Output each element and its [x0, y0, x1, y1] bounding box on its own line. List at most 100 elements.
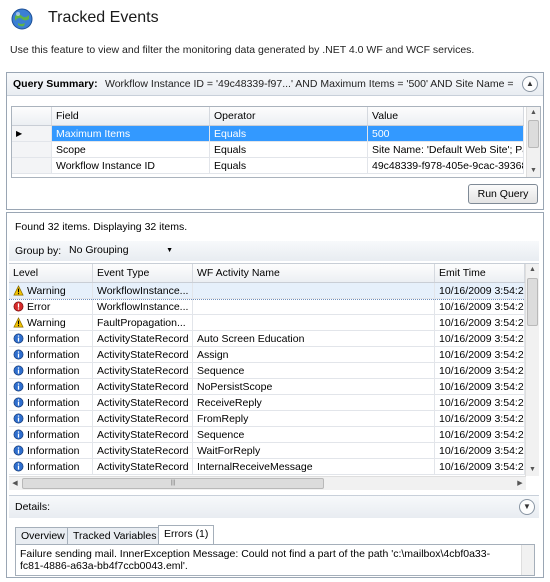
group-by-dropdown[interactable]: No Grouping ▼: [65, 243, 177, 258]
query-value-cell[interactable]: Site Name: 'Default Web Site'; Pa...: [368, 142, 524, 158]
column-header-event-type[interactable]: Event Type: [93, 264, 193, 282]
activity-name-cell[interactable]: ReceiveReply: [193, 395, 435, 411]
event-type-cell[interactable]: FaultPropagation...: [93, 315, 193, 331]
events-horizontal-scrollbar[interactable]: ◀ ||| ▶: [9, 476, 526, 490]
emit-time-cell[interactable]: 10/16/2009 3:54:29.5: [435, 443, 525, 459]
emit-time-cell[interactable]: 10/16/2009 3:54:29.5: [435, 363, 525, 379]
column-header-level[interactable]: Level: [9, 264, 93, 282]
event-row[interactable]: Warning FaultPropagation... 10/16/2009 3:5…: [9, 315, 525, 331]
event-row[interactable]: Information ActivityStateRecord Assign 10/1…: [9, 347, 525, 363]
event-row[interactable]: Error WorkflowInstance... 10/16/2009 3:54:…: [9, 299, 525, 315]
emit-time-cell[interactable]: 10/16/2009 3:54:29.5: [435, 379, 525, 395]
query-field-cell[interactable]: Workflow Instance ID: [52, 158, 210, 174]
scroll-up-arrow-icon[interactable]: ▲: [527, 107, 540, 119]
query-row[interactable]: Workflow Instance ID Equals 49c48339-f97…: [12, 158, 524, 174]
query-operator-cell[interactable]: Equals: [210, 126, 368, 142]
horizontal-scroll-thumb[interactable]: |||: [22, 478, 324, 489]
event-type-cell[interactable]: ActivityStateRecord: [93, 459, 193, 475]
activity-name-cell[interactable]: FromReply: [193, 411, 435, 427]
tab-tracked-variables[interactable]: Tracked Variables: [67, 527, 163, 544]
collapse-details-button[interactable]: ▼: [519, 499, 535, 515]
query-grid-scrollbar[interactable]: ▲ ▼: [526, 107, 540, 177]
details-scrollbar[interactable]: [521, 545, 534, 575]
event-type-cell[interactable]: ActivityStateRecord: [93, 427, 193, 443]
scroll-left-arrow-icon[interactable]: ◀: [9, 477, 21, 490]
emit-time-cell[interactable]: 10/16/2009 3:54:29.5: [435, 459, 525, 475]
activity-name-cell[interactable]: [193, 315, 435, 331]
row-selector[interactable]: [12, 158, 52, 174]
event-type-cell[interactable]: WorkflowInstance...: [93, 283, 193, 299]
scroll-up-arrow-icon[interactable]: ▲: [526, 264, 539, 276]
event-type-cell[interactable]: ActivityStateRecord: [93, 347, 193, 363]
query-value-cell[interactable]: 500: [368, 126, 524, 142]
event-row[interactable]: Warning WorkflowInstance... 10/16/2009 3:5…: [9, 283, 525, 300]
collapse-query-button[interactable]: ▲: [522, 76, 538, 92]
event-type-cell[interactable]: WorkflowInstance...: [93, 299, 193, 315]
activity-name-cell[interactable]: [193, 299, 435, 315]
level-cell[interactable]: Information: [9, 459, 93, 475]
event-type-cell[interactable]: ActivityStateRecord: [93, 395, 193, 411]
query-field-cell[interactable]: Scope: [52, 142, 210, 158]
event-type-cell[interactable]: ActivityStateRecord: [93, 411, 193, 427]
column-header-wf-activity-name[interactable]: WF Activity Name: [193, 264, 435, 282]
event-type-cell[interactable]: ActivityStateRecord: [93, 331, 193, 347]
query-operator-cell[interactable]: Equals: [210, 142, 368, 158]
event-row[interactable]: Information ActivityStateRecord NoPersistS…: [9, 379, 525, 395]
level-cell[interactable]: Warning: [9, 283, 93, 299]
event-row[interactable]: Information ActivityStateRecord Sequence 10…: [9, 363, 525, 379]
activity-name-cell[interactable]: NoPersistScope: [193, 379, 435, 395]
level-cell[interactable]: Information: [9, 331, 93, 347]
query-row[interactable]: Scope Equals Site Name: 'Default Web Sit…: [12, 142, 524, 158]
column-header-value[interactable]: Value: [368, 107, 524, 125]
tab-errors[interactable]: Errors (1): [158, 525, 215, 544]
activity-name-cell[interactable]: Sequence: [193, 363, 435, 379]
emit-time-cell[interactable]: 10/16/2009 3:54:29.5: [435, 331, 525, 347]
emit-time-cell[interactable]: 10/16/2009 3:54:29.5: [435, 427, 525, 443]
column-header-emit-time[interactable]: Emit Time: [435, 264, 525, 282]
scroll-thumb[interactable]: [528, 120, 539, 148]
query-row[interactable]: ▶ Maximum Items Equals 500: [12, 126, 524, 142]
level-cell[interactable]: Error: [9, 299, 93, 315]
level-cell[interactable]: Warning: [9, 315, 93, 331]
scroll-right-arrow-icon[interactable]: ▶: [514, 477, 526, 490]
events-vertical-scrollbar[interactable]: ▲ ▼: [525, 264, 539, 476]
row-selector[interactable]: [12, 142, 52, 158]
event-row[interactable]: Information ActivityStateRecord Sequence 10…: [9, 427, 525, 443]
level-cell[interactable]: Information: [9, 443, 93, 459]
activity-name-cell[interactable]: [193, 283, 435, 299]
level-cell[interactable]: Information: [9, 411, 93, 427]
query-value-cell[interactable]: 49c48339-f978-405e-9cac-39368c...: [368, 158, 524, 174]
level-cell[interactable]: Information: [9, 395, 93, 411]
scroll-down-arrow-icon[interactable]: ▼: [527, 165, 540, 177]
emit-time-cell[interactable]: 10/16/2009 3:54:29.5: [435, 411, 525, 427]
tab-overview[interactable]: Overview: [15, 527, 71, 544]
run-query-button[interactable]: Run Query: [468, 184, 538, 204]
event-row[interactable]: Information ActivityStateRecord InternalRe…: [9, 459, 525, 475]
activity-name-cell[interactable]: WaitForReply: [193, 443, 435, 459]
event-row[interactable]: Information ActivityStateRecord WaitForRep…: [9, 443, 525, 459]
scroll-down-arrow-icon[interactable]: ▼: [526, 464, 539, 476]
column-header-field[interactable]: Field: [52, 107, 210, 125]
query-field-cell[interactable]: Maximum Items: [52, 126, 210, 142]
row-selector[interactable]: ▶: [12, 126, 52, 142]
activity-name-cell[interactable]: Sequence: [193, 427, 435, 443]
level-cell[interactable]: Information: [9, 427, 93, 443]
level-cell[interactable]: Information: [9, 363, 93, 379]
event-type-cell[interactable]: ActivityStateRecord: [93, 443, 193, 459]
emit-time-cell[interactable]: 10/16/2009 3:54:29.5: [435, 347, 525, 363]
emit-time-cell[interactable]: 10/16/2009 3:54:29.5: [435, 395, 525, 411]
event-row[interactable]: Information ActivityStateRecord Auto Scree…: [9, 331, 525, 347]
event-type-cell[interactable]: ActivityStateRecord: [93, 363, 193, 379]
event-row[interactable]: Information ActivityStateRecord FromReply 1…: [9, 411, 525, 427]
level-cell[interactable]: Information: [9, 347, 93, 363]
level-cell[interactable]: Information: [9, 379, 93, 395]
activity-name-cell[interactable]: Assign: [193, 347, 435, 363]
activity-name-cell[interactable]: Auto Screen Education: [193, 331, 435, 347]
activity-name-cell[interactable]: InternalReceiveMessage: [193, 459, 435, 475]
emit-time-cell[interactable]: 10/16/2009 3:54:29.5: [435, 315, 525, 331]
column-header-operator[interactable]: Operator: [210, 107, 368, 125]
emit-time-cell[interactable]: 10/16/2009 3:54:29.5: [435, 299, 525, 315]
emit-time-cell[interactable]: 10/16/2009 3:54:29.5: [435, 283, 525, 299]
event-type-cell[interactable]: ActivityStateRecord: [93, 379, 193, 395]
query-operator-cell[interactable]: Equals: [210, 158, 368, 174]
